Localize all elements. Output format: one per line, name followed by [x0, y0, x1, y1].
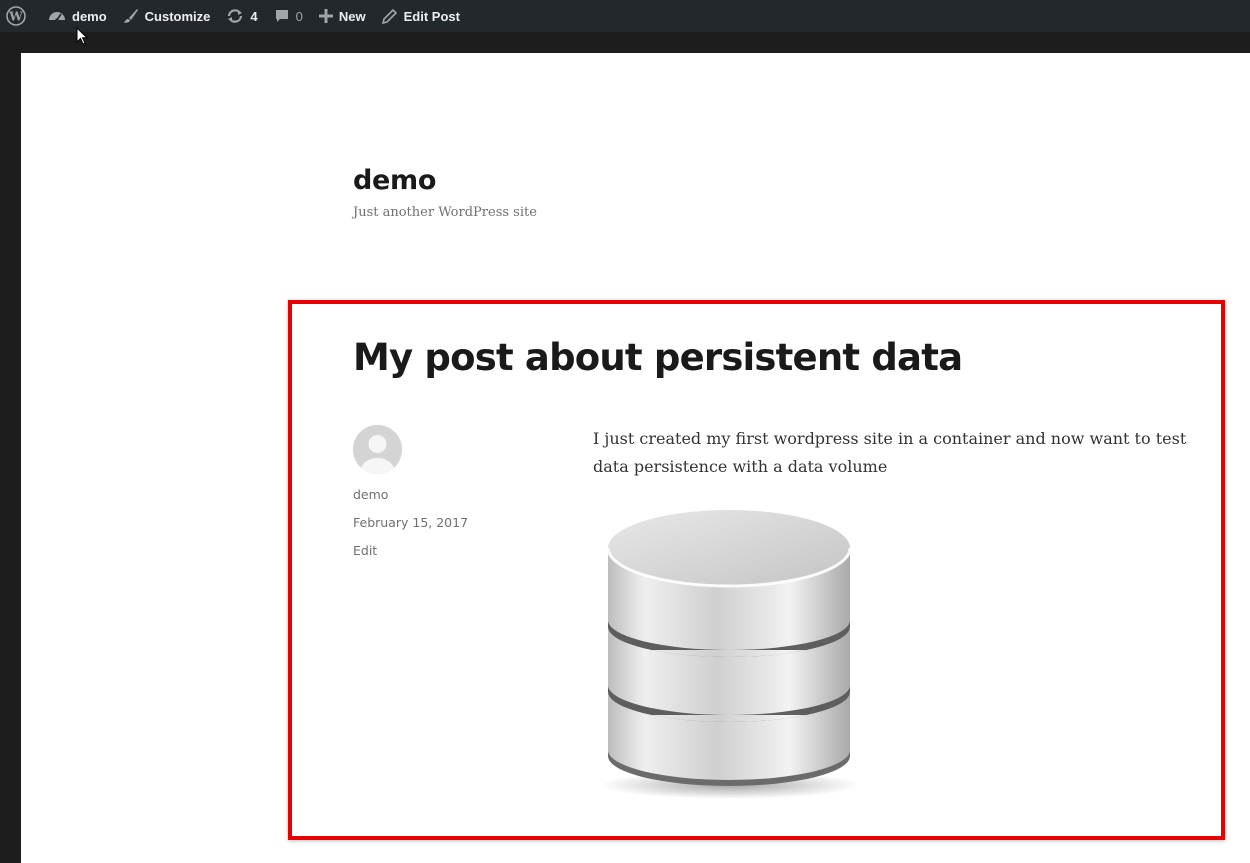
post-content: I just created my first wordpress site i… [593, 429, 1187, 476]
post-article: My post about persistent data demo Febru… [288, 300, 1225, 840]
edit-post-button[interactable]: Edit Post [374, 0, 468, 32]
edit-post-label: Edit Post [403, 8, 460, 24]
page-content: demo Just another WordPress site My post… [21, 53, 1250, 863]
database-icon [600, 510, 860, 799]
left-border-strip [0, 32, 21, 863]
updates-count: 4 [250, 8, 258, 24]
site-title[interactable]: demo [353, 165, 436, 196]
mouse-cursor-icon [76, 27, 89, 45]
wordpress-logo-button[interactable]: W [0, 0, 40, 32]
new-content-button[interactable]: New [311, 0, 374, 32]
site-description: Just another WordPress site [353, 205, 537, 220]
customize-button[interactable]: Customize [115, 0, 219, 32]
customize-label: Customize [144, 8, 211, 24]
post-date[interactable]: February 15, 2017 [353, 515, 468, 530]
site-name-label: demo [72, 8, 107, 24]
refresh-icon [226, 8, 244, 24]
post-author[interactable]: demo [353, 487, 388, 502]
comment-icon [274, 8, 290, 24]
avatar-icon [353, 425, 402, 474]
updates-button[interactable]: 4 [218, 0, 265, 32]
post-edit-link[interactable]: Edit [353, 543, 377, 558]
wordpress-icon: W [6, 6, 26, 26]
new-label: New [338, 8, 366, 24]
brush-icon [123, 8, 139, 24]
post-title[interactable]: My post about persistent data [353, 336, 963, 379]
comments-count: 0 [295, 8, 303, 24]
dashboard-icon [48, 8, 66, 24]
top-border-strip [0, 32, 1250, 53]
plus-icon [318, 9, 333, 23]
comments-button[interactable]: 0 [266, 0, 311, 32]
pencil-icon [381, 8, 398, 24]
svg-text:W: W [8, 10, 23, 24]
author-avatar [353, 425, 402, 474]
admin-bar: W demo Customize 4 0 New Edit Post [0, 0, 1250, 32]
